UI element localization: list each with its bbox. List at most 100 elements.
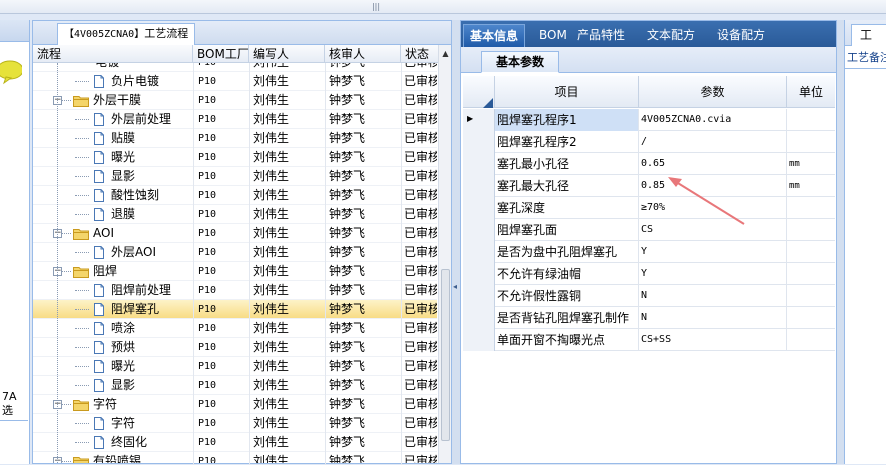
- tree-row[interactable]: 贴膜 P10 刘伟生 钟梦飞 已审核: [33, 129, 437, 148]
- property-item-label: 单面开窗不掏曝光点: [495, 329, 639, 351]
- tab-process-flow[interactable]: 【4V005ZCNA0】工艺流程: [57, 23, 196, 45]
- tree-cell-status: 已审核: [404, 112, 437, 126]
- scrollbar-thumb[interactable]: [441, 269, 450, 441]
- tree-row[interactable]: 阻焊前处理 P10 刘伟生 钟梦飞 已审核: [33, 281, 437, 300]
- property-row[interactable]: 单面开窗不掏曝光点 CS+SS: [463, 329, 835, 351]
- tree-guide-line: [75, 366, 89, 367]
- tree-row[interactable]: 电镀 P10刘伟生钟梦飞已审核: [33, 63, 437, 72]
- tab-remarks[interactable]: 工: [851, 24, 886, 46]
- chat-bubble-icon[interactable]: [0, 56, 22, 100]
- property-row[interactable]: 塞孔最小孔径 0.65 mm: [463, 153, 835, 175]
- tree-cell-status: 已审核: [404, 207, 437, 221]
- tab-text-recipe[interactable]: 文本配方: [641, 24, 701, 47]
- property-row[interactable]: 是否背钻孔阻焊塞孔制作 N: [463, 307, 835, 329]
- tree-row[interactable]: − AOI P10 刘伟生 钟梦飞 已审核: [33, 224, 437, 243]
- property-item-label: 是否背钻孔阻焊塞孔制作: [495, 307, 639, 329]
- tree-cell-writer: 刘伟生: [253, 416, 290, 430]
- tree-row[interactable]: 曝光 P10 刘伟生 钟梦飞 已审核: [33, 357, 437, 376]
- property-value[interactable]: CS+SS: [639, 329, 787, 351]
- tree-row[interactable]: 预烘 P10 刘伟生 钟梦飞 已审核: [33, 338, 437, 357]
- property-row[interactable]: 不允许假性露铜 N: [463, 285, 835, 307]
- property-row[interactable]: 阻焊塞孔程序2/: [463, 131, 835, 153]
- column-header-auditor[interactable]: 核审人: [325, 45, 401, 63]
- tree-row[interactable]: 喷涂 P10 刘伟生 钟梦飞 已审核: [33, 319, 437, 338]
- tree-cell-status: 已审核: [404, 359, 437, 373]
- column-header-item[interactable]: 项目: [495, 76, 639, 108]
- splitter-grip[interactable]: |||: [371, 2, 381, 11]
- tab-equipment-recipe[interactable]: 设备配方: [711, 24, 771, 47]
- row-indicator[interactable]: [463, 241, 495, 263]
- row-indicator[interactable]: [463, 307, 495, 329]
- row-indicator[interactable]: [463, 131, 495, 153]
- row-indicator[interactable]: [463, 219, 495, 241]
- property-row[interactable]: 不允许有绿油帽 Y: [463, 263, 835, 285]
- tree-row[interactable]: − 外层干膜 P10 刘伟生 钟梦飞 已审核: [33, 91, 437, 110]
- collapse-left-arrow-icon[interactable]: ◂: [453, 282, 457, 291]
- property-value[interactable]: ≥70%: [639, 197, 787, 219]
- property-value[interactable]: N: [639, 307, 787, 329]
- column-header-flow[interactable]: 流程: [33, 45, 193, 63]
- vertical-splitter[interactable]: ◂: [452, 20, 460, 464]
- property-value[interactable]: /: [639, 131, 787, 153]
- property-value[interactable]: 4V005ZCNA0.cvia: [639, 109, 787, 131]
- property-row[interactable]: 塞孔最大孔径 0.85 mm: [463, 175, 835, 197]
- tab-basic-parameters[interactable]: 基本参数: [481, 51, 560, 73]
- tree-cell-bom: P10: [198, 399, 217, 410]
- property-unit: mm: [789, 159, 800, 169]
- tree-guide-line: [75, 214, 89, 215]
- tree-vertical-scrollbar[interactable]: ▲: [438, 45, 451, 463]
- property-unit: [787, 263, 835, 285]
- property-unit: [787, 307, 835, 329]
- column-header-bom[interactable]: BOM工厂: [193, 45, 249, 63]
- left-panel-label-1: 7A: [2, 390, 17, 403]
- row-indicator[interactable]: [463, 329, 495, 351]
- tab-product-characteristics[interactable]: 产品特性: [571, 24, 631, 47]
- property-row[interactable]: 塞孔深度 ≥70%: [463, 197, 835, 219]
- row-indicator[interactable]: [463, 175, 495, 197]
- document-icon: [94, 246, 104, 259]
- tree-row[interactable]: 字符 P10 刘伟生 钟梦飞 已审核: [33, 414, 437, 433]
- tree-cell-writer: 刘伟生: [253, 359, 290, 373]
- tab-basic-info[interactable]: 基本信息: [463, 24, 526, 47]
- tree-row[interactable]: − 阻焊 P10 刘伟生 钟梦飞 已审核: [33, 262, 437, 281]
- property-value[interactable]: CS: [639, 219, 787, 241]
- tree-cell-bom: P10: [198, 247, 217, 258]
- row-indicator[interactable]: [463, 153, 495, 175]
- tree-row[interactable]: 外层AOI P10 刘伟生 钟梦飞 已审核: [33, 243, 437, 262]
- tree-row[interactable]: 终固化 P10 刘伟生 钟梦飞 已审核: [33, 433, 437, 452]
- scroll-up-arrow-icon[interactable]: ▲: [439, 45, 452, 63]
- column-header-writer[interactable]: 编写人: [249, 45, 325, 63]
- tree-cell-status: 已审核: [404, 416, 437, 430]
- property-value[interactable]: N: [639, 285, 787, 307]
- row-indicator[interactable]: [463, 285, 495, 307]
- property-row[interactable]: 是否为盘中孔阻焊塞孔 Y: [463, 241, 835, 263]
- tree-row[interactable]: 外层前处理 P10 刘伟生 钟梦飞 已审核: [33, 110, 437, 129]
- tree-cell-writer: 刘伟生: [253, 131, 290, 145]
- tree-row[interactable]: − 字符 P10 刘伟生 钟梦飞 已审核: [33, 395, 437, 414]
- row-indicator[interactable]: ▶: [463, 109, 495, 131]
- tree-cell-auditor: 钟梦飞: [329, 226, 366, 240]
- row-indicator[interactable]: [463, 263, 495, 285]
- property-row[interactable]: ▶ 阻焊塞孔程序1 4V005ZCNA0.cvia: [463, 109, 835, 131]
- property-row[interactable]: 阻焊塞孔面 CS: [463, 219, 835, 241]
- tab-bom[interactable]: BOM: [533, 24, 573, 47]
- tree-row[interactable]: 负片电镀 P10 刘伟生 钟梦飞 已审核: [33, 72, 437, 91]
- column-header-unit[interactable]: 单位: [787, 76, 835, 108]
- row-indicator[interactable]: [463, 197, 495, 219]
- tree-row[interactable]: 酸性蚀刻 P10 刘伟生 钟梦飞 已审核: [33, 186, 437, 205]
- column-header-value[interactable]: 参数: [639, 76, 787, 108]
- tree-row[interactable]: 阻焊塞孔 P10 刘伟生 钟梦飞 已审核: [33, 300, 437, 319]
- tree-row[interactable]: 显影 P10 刘伟生 钟梦飞 已审核: [33, 376, 437, 395]
- tree-cell-auditor: 钟梦飞: [329, 264, 366, 278]
- property-value[interactable]: Y: [639, 263, 787, 285]
- tree-row[interactable]: 曝光 P10 刘伟生 钟梦飞 已审核: [33, 148, 437, 167]
- tree-cell-status: 已审核: [404, 397, 437, 411]
- property-value[interactable]: 0.85: [639, 175, 787, 197]
- tree-row[interactable]: 显影 P10 刘伟生 钟梦飞 已审核: [33, 167, 437, 186]
- property-value[interactable]: Y: [639, 241, 787, 263]
- column-header-status[interactable]: 状态: [401, 45, 439, 63]
- property-value[interactable]: 0.65: [639, 153, 787, 175]
- right-splitter[interactable]: [837, 20, 844, 464]
- tree-row[interactable]: 退膜 P10 刘伟生 钟梦飞 已审核: [33, 205, 437, 224]
- tree-row[interactable]: − 有铅喷锡 P10 刘伟生 钟梦飞 已审核: [33, 452, 437, 463]
